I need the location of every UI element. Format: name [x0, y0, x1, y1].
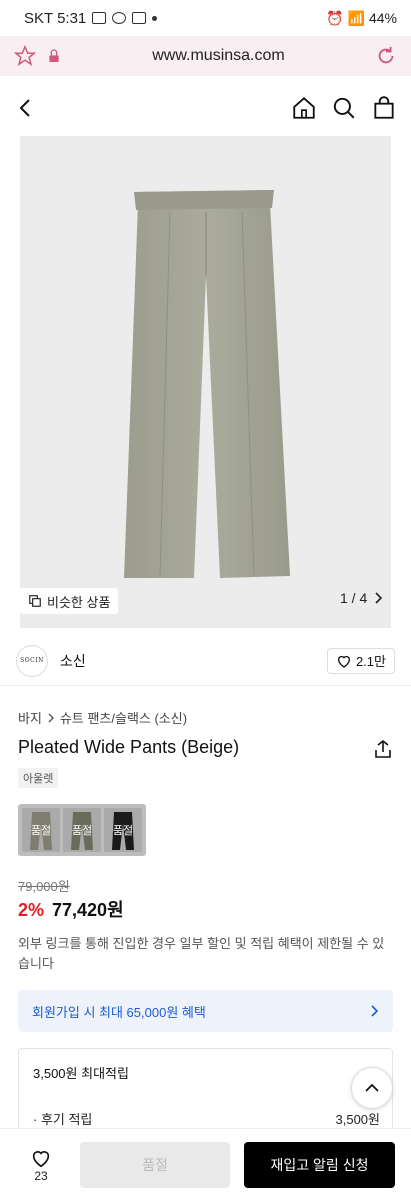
star-icon[interactable]: [14, 45, 36, 67]
original-price: 79,000원: [18, 879, 70, 894]
discount-rate: 2%: [18, 900, 45, 920]
heart-icon: [32, 1150, 50, 1167]
breadcrumb-item-pants[interactable]: 바지: [18, 708, 42, 727]
url-text[interactable]: www.musinsa.com: [62, 47, 375, 65]
mail-icon: [132, 12, 147, 24]
image-counter-text: 1 / 4: [340, 590, 368, 606]
breadcrumb-item-category[interactable]: 슈트 팬츠/슬랙스 (소신): [60, 708, 187, 727]
member-benefit-banner[interactable]: 회원가입 시 최대 65,000원 혜택: [18, 990, 393, 1032]
share-icon[interactable]: [374, 739, 392, 759]
breadcrumb: 바지 슈트 팬츠/슬랙스 (소신): [18, 708, 187, 727]
restock-alert-button[interactable]: 재입고 알림 신청: [244, 1141, 395, 1188]
product-like-count: 23: [34, 1168, 48, 1183]
gallery-icon: [92, 12, 107, 24]
similar-label: 비슷한 상품: [47, 594, 111, 610]
image-counter[interactable]: 1 / 4: [340, 590, 383, 606]
alarm-icon: ⏰: [326, 9, 344, 26]
sale-price: 77,420원: [52, 900, 124, 920]
color-option-3[interactable]: 품절: [104, 808, 142, 852]
similar-icon: [29, 595, 41, 607]
brand-name[interactable]: 소신: [60, 651, 86, 671]
color-option-2[interactable]: 품절: [63, 808, 101, 852]
points-box: 3,500원 최대적립 · 후기 적립 3,500원: [18, 1048, 393, 1138]
outlet-tag: 아울렛: [18, 768, 59, 788]
bottom-action-bar: 23 품절 재입고 알림 신청: [0, 1128, 411, 1200]
chevron-right-icon: [375, 592, 383, 604]
reload-icon[interactable]: [375, 45, 397, 67]
brand-like-button[interactable]: 2.1만: [326, 647, 395, 674]
brand-row: SOCIN 소신 2.1만: [0, 636, 411, 686]
chevron-right-icon: [371, 1005, 379, 1017]
shopping-bag-icon[interactable]: [371, 95, 397, 121]
points-review-row: · 후기 적립 3,500원: [33, 1109, 380, 1128]
search-icon[interactable]: [331, 95, 357, 121]
carrier-time: SKT 5:31: [24, 9, 87, 27]
external-link-notice: 외부 링크를 통해 진입한 경우 일부 할인 및 적립 혜택이 제한될 수 있습…: [18, 936, 385, 971]
home-icon[interactable]: [291, 95, 317, 121]
points-review-value: 3,500원: [335, 1112, 381, 1127]
soldout-label: 품절: [112, 825, 134, 837]
color-options: 품절 품절 품절: [18, 804, 146, 856]
back-arrow-icon[interactable]: [14, 96, 38, 120]
price-row: 2% 77,420원: [18, 896, 124, 922]
browser-url-bar: www.musinsa.com: [0, 36, 411, 76]
more-dot-icon: [152, 15, 158, 21]
member-benefit-text: 회원가입 시 최대 65,000원 혜택: [32, 1004, 206, 1020]
chevron-right-icon: [48, 713, 54, 722]
product-image[interactable]: [20, 136, 391, 628]
scroll-to-top-button[interactable]: [351, 1067, 393, 1109]
lock-icon: [49, 49, 59, 62]
wifi-icon: 📶: [347, 9, 365, 26]
soldout-button[interactable]: 품절: [80, 1141, 230, 1188]
product-like-button[interactable]: 23: [16, 1147, 66, 1183]
heart-icon: [337, 655, 350, 668]
color-option-1[interactable]: 품절: [22, 808, 60, 852]
points-title: 3,500원 최대적립: [33, 1066, 129, 1081]
soldout-label: 품절: [30, 825, 52, 837]
points-review-label: · 후기 적립: [33, 1112, 93, 1127]
status-bar: SKT 5:31 ⏰ 📶 44%: [0, 0, 411, 36]
app-header: [0, 84, 411, 132]
brand-like-count: 2.1만: [355, 654, 386, 669]
battery-level: 44%: [368, 10, 397, 26]
chevron-up-icon: [365, 1083, 379, 1092]
brand-logo[interactable]: SOCIN: [16, 644, 48, 677]
product-title: Pleated Wide Pants (Beige): [18, 737, 240, 757]
similar-products-button[interactable]: 비슷한 상품: [20, 588, 119, 614]
soldout-label: 품절: [71, 825, 93, 837]
pants-illustration: [124, 190, 290, 578]
notification-icon: [112, 12, 127, 24]
